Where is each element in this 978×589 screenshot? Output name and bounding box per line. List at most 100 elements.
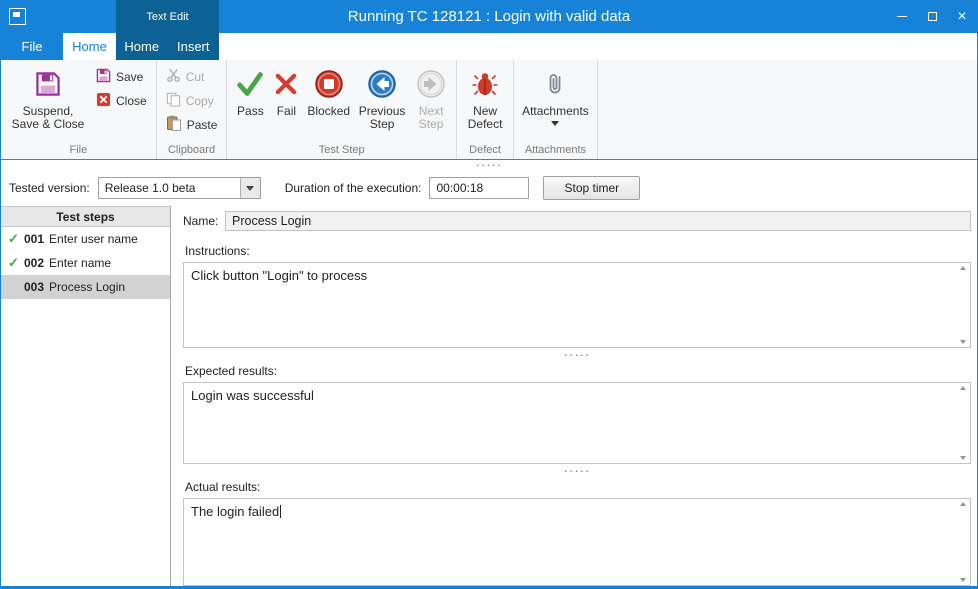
- maximize-icon: [928, 12, 937, 21]
- paste-icon: [166, 115, 182, 134]
- cut-label: Cut: [186, 70, 205, 84]
- duration-label: Duration of the execution:: [285, 181, 422, 195]
- stop-timer-button[interactable]: Stop timer: [543, 176, 640, 200]
- actual-results-textarea[interactable]: The login failed: [183, 498, 971, 586]
- fail-label: Fail: [277, 105, 296, 118]
- duration-input[interactable]: 00:00:18: [429, 177, 529, 199]
- scroll-down-icon[interactable]: [960, 578, 966, 582]
- test-steps-panel: Test steps ✓ 001 Enter user name ✓ 002 E…: [1, 206, 171, 586]
- copy-button: Copy: [161, 90, 223, 111]
- blocked-stop-icon: [314, 66, 344, 102]
- new-defect-button[interactable]: New Defect: [461, 63, 509, 134]
- ribbon-group-clipboard: Cut Copy: [157, 60, 228, 159]
- blocked-label: Blocked: [307, 105, 350, 118]
- test-step-row-002[interactable]: ✓ 002 Enter name: [1, 251, 170, 275]
- tab-contextual-home[interactable]: Home: [116, 33, 168, 60]
- blocked-button[interactable]: Blocked: [303, 63, 354, 121]
- splitter-handle[interactable]: [564, 468, 591, 474]
- tested-version-label: Tested version:: [9, 181, 90, 195]
- splitter-handle[interactable]: [564, 352, 591, 358]
- copy-label: Copy: [186, 94, 214, 108]
- test-steps-header: Test steps: [1, 206, 170, 227]
- previous-arrow-icon: [367, 66, 397, 102]
- fail-x-icon: [273, 66, 299, 102]
- next-arrow-icon: [416, 66, 446, 102]
- scroll-up-icon[interactable]: [960, 386, 966, 390]
- tested-version-select[interactable]: Release 1.0 beta: [98, 177, 261, 199]
- fail-button[interactable]: Fail: [269, 63, 303, 121]
- instructions-text: Click button "Login" to process: [184, 263, 970, 288]
- expected-results-text: Login was successful: [184, 383, 970, 408]
- splitter-handle[interactable]: [476, 162, 503, 168]
- pass-label: Pass: [237, 105, 264, 118]
- scroll-up-icon[interactable]: [960, 266, 966, 270]
- tab-home[interactable]: Home: [63, 33, 116, 60]
- contextual-tab-group: Text Edit Home Insert: [116, 0, 219, 60]
- tab-contextual-insert[interactable]: Insert: [168, 33, 220, 60]
- ribbon-group-test-step: Pass Fail: [227, 60, 457, 159]
- pass-check-icon: [235, 66, 265, 102]
- close-label: Close: [116, 94, 147, 108]
- step-passed-check-icon: ✓: [8, 231, 24, 247]
- group-label-clipboard: Clipboard: [157, 144, 227, 159]
- tested-version-value: Release 1.0 beta: [99, 178, 240, 198]
- cut-button: Cut: [161, 66, 223, 87]
- group-label-test-step: Test Step: [227, 144, 456, 159]
- maximize-button[interactable]: [917, 0, 947, 33]
- save-button[interactable]: Save: [91, 66, 152, 87]
- test-step-row-003[interactable]: 003 Process Login: [1, 275, 170, 299]
- step-detail-panel: Name: Process Login Instructions: Click …: [171, 206, 977, 586]
- scroll-up-icon[interactable]: [960, 502, 966, 506]
- previous-step-label: Previous Step: [358, 105, 406, 131]
- step-number: 002: [24, 256, 44, 270]
- window-controls: ×: [887, 0, 977, 33]
- ribbon-collapse-row: [1, 160, 977, 170]
- actual-results-text: The login failed: [191, 504, 279, 519]
- paperclip-icon: [542, 66, 568, 102]
- next-step-button: Next Step: [410, 63, 452, 134]
- scissors-icon: [166, 68, 181, 86]
- scroll-down-icon[interactable]: [960, 340, 966, 344]
- text-caret: [280, 505, 281, 518]
- close-icon: ×: [957, 9, 966, 25]
- attachments-dropdown-icon[interactable]: [551, 121, 559, 126]
- actual-results-label: Actual results:: [185, 480, 971, 494]
- close-button[interactable]: Close: [91, 90, 152, 111]
- paste-button[interactable]: Paste: [161, 114, 223, 135]
- tab-file[interactable]: File: [1, 33, 63, 60]
- attachments-button[interactable]: Attachments: [518, 63, 593, 129]
- step-label: Enter name: [49, 256, 111, 270]
- step-label: Process Login: [49, 280, 125, 294]
- app-icon[interactable]: [9, 8, 26, 25]
- save-icon: [96, 68, 111, 86]
- close-x-icon: [96, 92, 111, 110]
- expected-results-textarea[interactable]: Login was successful: [183, 382, 971, 464]
- minimize-button[interactable]: [887, 0, 917, 33]
- contextual-tabs: Home Insert: [116, 33, 219, 60]
- minimize-icon: [897, 16, 907, 17]
- step-number: 003: [24, 280, 44, 294]
- save-icon: [35, 66, 61, 102]
- bug-icon: [471, 66, 499, 102]
- expected-results-label: Expected results:: [185, 364, 971, 378]
- suspend-save-close-button[interactable]: Suspend, Save & Close: [5, 63, 91, 134]
- step-label: Enter user name: [49, 232, 138, 246]
- paste-label: Paste: [187, 118, 218, 132]
- ribbon-group-defect: New Defect Defect: [457, 60, 514, 159]
- scroll-down-icon[interactable]: [960, 456, 966, 460]
- test-step-row-001[interactable]: ✓ 001 Enter user name: [1, 227, 170, 251]
- suspend-save-close-label: Suspend, Save & Close: [9, 105, 87, 131]
- tested-version-dropdown-button[interactable]: [240, 178, 260, 198]
- save-label: Save: [116, 70, 143, 84]
- instructions-textarea[interactable]: Click button "Login" to process: [183, 262, 971, 348]
- chevron-down-icon: [246, 186, 254, 191]
- close-window-button[interactable]: ×: [947, 0, 977, 33]
- ribbon: Suspend, Save & Close Save: [1, 60, 977, 160]
- previous-step-button[interactable]: Previous Step: [354, 63, 410, 134]
- copy-icon: [166, 92, 181, 110]
- step-name-field[interactable]: Process Login: [225, 211, 971, 231]
- pass-button[interactable]: Pass: [231, 63, 269, 121]
- next-step-label: Next Step: [414, 105, 448, 131]
- contextual-group-label: Text Edit: [116, 0, 219, 33]
- app-window: Running TC 128121 : Login with valid dat…: [0, 0, 978, 589]
